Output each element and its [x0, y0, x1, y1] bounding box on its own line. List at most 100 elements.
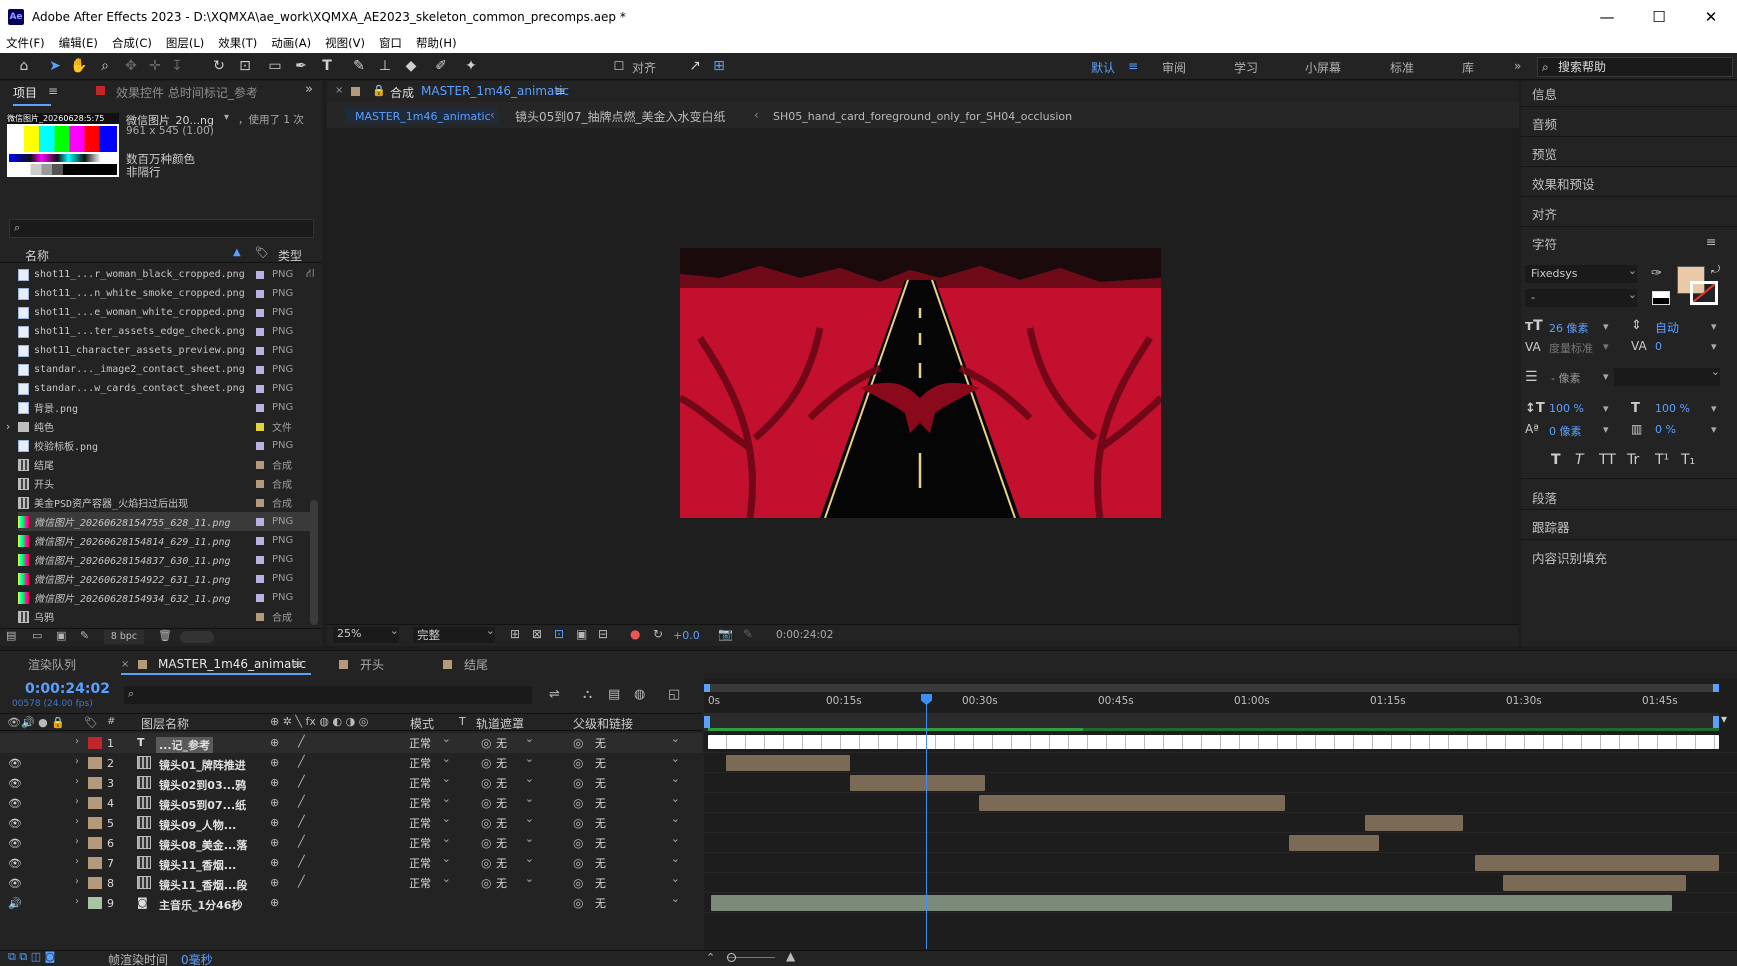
project-item[interactable]: standar...w_cards_contact_sheet.png PNG: [18, 379, 318, 398]
align-checkbox[interactable]: ☐: [610, 57, 628, 75]
anchor-tool-icon[interactable]: ⊡: [236, 57, 254, 75]
track-matte-pickwhip-icon[interactable]: ◎: [481, 776, 491, 790]
layer-duration-bar[interactable]: [711, 895, 1673, 911]
zoom-dropdown[interactable]: 25%: [333, 624, 399, 643]
layer-name[interactable]: 镜头11_香烟...: [159, 857, 236, 873]
blend-mode-dropdown[interactable]: 正常: [409, 752, 451, 771]
reset-exposure-icon[interactable]: ↻: [653, 627, 663, 641]
expand-arrow-icon[interactable]: ›: [75, 756, 79, 767]
tab-opening[interactable]: 开头: [360, 656, 384, 673]
panel-paragraph[interactable]: 段落: [1532, 488, 1557, 507]
panel-content-aware-fill[interactable]: 内容识别填充: [1532, 548, 1607, 567]
draft-3d-icon[interactable]: ⛬: [583, 687, 592, 702]
track-matte-pickwhip-icon[interactable]: ◎: [481, 736, 491, 750]
blend-mode-dropdown[interactable]: 正常: [409, 792, 451, 811]
project-item[interactable]: 开头 合成: [18, 474, 318, 493]
layer-name[interactable]: 主音乐_1分46秒: [159, 897, 242, 913]
workspace-small-screen[interactable]: 小屏幕: [1305, 59, 1341, 76]
label-color[interactable]: [256, 327, 264, 336]
font-family-dropdown[interactable]: Fixedsys: [1525, 262, 1637, 283]
menu-help[interactable]: 帮助(H): [416, 35, 457, 51]
label-color[interactable]: [256, 612, 264, 621]
layer-row[interactable]: 👁 › 8 镜头11_香烟...段 ⊕ ╱ 正常 ◎ 无 ◎ 无: [0, 872, 702, 893]
shy-switch-icon[interactable]: ⊕: [270, 756, 279, 769]
layer-duration-bar[interactable]: [978, 795, 1286, 811]
project-item[interactable]: 微信图片_20260628154922_631_11.png PNG: [18, 569, 318, 588]
parent-pickwhip-icon[interactable]: ◎: [573, 816, 583, 830]
project-item[interactable]: › 纯色 文件: [6, 417, 318, 436]
label-color[interactable]: [256, 270, 264, 279]
dolly-tool-icon[interactable]: ↧: [168, 57, 186, 75]
faux-bold-button[interactable]: T: [1551, 452, 1561, 468]
shy-switch-icon[interactable]: ⊕: [270, 876, 279, 889]
parent-dropdown[interactable]: 无: [595, 732, 680, 751]
label-color[interactable]: [88, 877, 102, 889]
project-item[interactable]: shot11_...ter_assets_edge_check.png PNG: [18, 322, 318, 341]
comp-viewer-frame[interactable]: [680, 248, 1161, 518]
track-matte-pickwhip-icon[interactable]: ◎: [481, 756, 491, 770]
pan-tool-icon[interactable]: ✛: [146, 57, 164, 75]
breadcrumb-item-master[interactable]: MASTER_1m46_animatic: [355, 110, 491, 123]
label-color[interactable]: [256, 441, 264, 450]
close-timeline-tab-icon[interactable]: ×: [121, 659, 129, 670]
shy-switch-icon[interactable]: ⊕: [270, 736, 279, 749]
tracking-value[interactable]: 0: [1655, 340, 1662, 353]
layer-duration-bar[interactable]: [1475, 855, 1719, 871]
swap-colors-icon[interactable]: ⤾: [1711, 263, 1720, 277]
snap-icon[interactable]: ↗: [686, 57, 704, 75]
quality-switch-icon[interactable]: ╱: [298, 755, 305, 768]
column-name[interactable]: 名称: [25, 247, 49, 264]
parent-pickwhip-icon[interactable]: ◎: [573, 756, 583, 770]
all-caps-button[interactable]: TT: [1599, 452, 1616, 468]
mask-visibility-icon[interactable]: ⊡: [554, 627, 564, 641]
panel-effects-presets[interactable]: 效果和预设: [1532, 174, 1595, 193]
timeline-tab-menu-icon[interactable]: ≡: [293, 657, 303, 671]
project-item[interactable]: 微信图片_20260628154755_628_11.png PNG: [18, 512, 318, 531]
playhead[interactable]: [926, 697, 927, 949]
parent-dropdown[interactable]: 无: [595, 752, 680, 771]
blend-mode-dropdown[interactable]: 正常: [409, 772, 451, 791]
project-item[interactable]: 微信图片_20260628154814_629_11.png PNG: [18, 531, 318, 550]
workspace-default[interactable]: 默认: [1091, 59, 1115, 76]
layer-duration-bar[interactable]: [1502, 875, 1686, 891]
expand-arrow-icon[interactable]: ›: [6, 421, 10, 433]
roto-brush-icon[interactable]: ✐: [432, 57, 450, 75]
parent-pickwhip-icon[interactable]: ◎: [573, 896, 583, 910]
workspace-menu-icon[interactable]: ≡: [1128, 59, 1138, 73]
layer-duration-bar[interactable]: [726, 755, 850, 771]
black-white-swatch[interactable]: [1652, 291, 1670, 305]
eraser-tool-icon[interactable]: ◆: [402, 57, 420, 75]
parent-dropdown[interactable]: 无: [595, 892, 680, 911]
fast-preview-icon[interactable]: ⊞: [510, 627, 520, 641]
expand-arrow-icon[interactable]: ›: [75, 896, 79, 907]
track-matte-dropdown[interactable]: 无: [496, 812, 534, 831]
label-color[interactable]: [256, 308, 264, 317]
shy-switch-icon[interactable]: ⊕: [270, 816, 279, 829]
label-color[interactable]: [88, 737, 102, 749]
parent-dropdown[interactable]: 无: [595, 812, 680, 831]
region-of-interest-icon[interactable]: ▣: [576, 627, 587, 641]
shy-switch-icon[interactable]: ⊕: [270, 856, 279, 869]
label-color[interactable]: [256, 479, 264, 488]
layer-name[interactable]: 镜头09_人物...: [159, 817, 236, 833]
sort-asc-icon[interactable]: ▲: [233, 247, 241, 258]
layer-name[interactable]: 镜头11_香烟...段: [159, 877, 247, 893]
help-search-input[interactable]: ⌕ 搜索帮助: [1537, 57, 1733, 77]
label-color[interactable]: [88, 897, 102, 909]
workspace-libraries[interactable]: 库: [1462, 59, 1474, 76]
comp-tab-name[interactable]: MASTER_1m46_animatic: [421, 84, 569, 98]
layer-name[interactable]: ...记_参考: [156, 737, 214, 753]
label-color[interactable]: [256, 574, 264, 583]
tab-project[interactable]: 项目: [13, 84, 37, 101]
shy-switch-icon[interactable]: ⊕: [270, 776, 279, 789]
audio-toggle-icon[interactable]: 🔊: [8, 897, 22, 910]
layer-duration-bar[interactable]: [708, 735, 1719, 749]
layer-search-input[interactable]: ⌕: [124, 686, 532, 704]
project-search-input[interactable]: ⌕: [9, 219, 314, 238]
label-color[interactable]: [256, 593, 264, 602]
project-item[interactable]: shot11_character_assets_preview.png PNG: [18, 341, 318, 360]
character-menu-icon[interactable]: ≡: [1706, 234, 1716, 249]
parent-pickwhip-icon[interactable]: ◎: [573, 876, 583, 890]
menu-window[interactable]: 窗口: [379, 35, 402, 51]
parent-pickwhip-icon[interactable]: ◎: [573, 796, 583, 810]
